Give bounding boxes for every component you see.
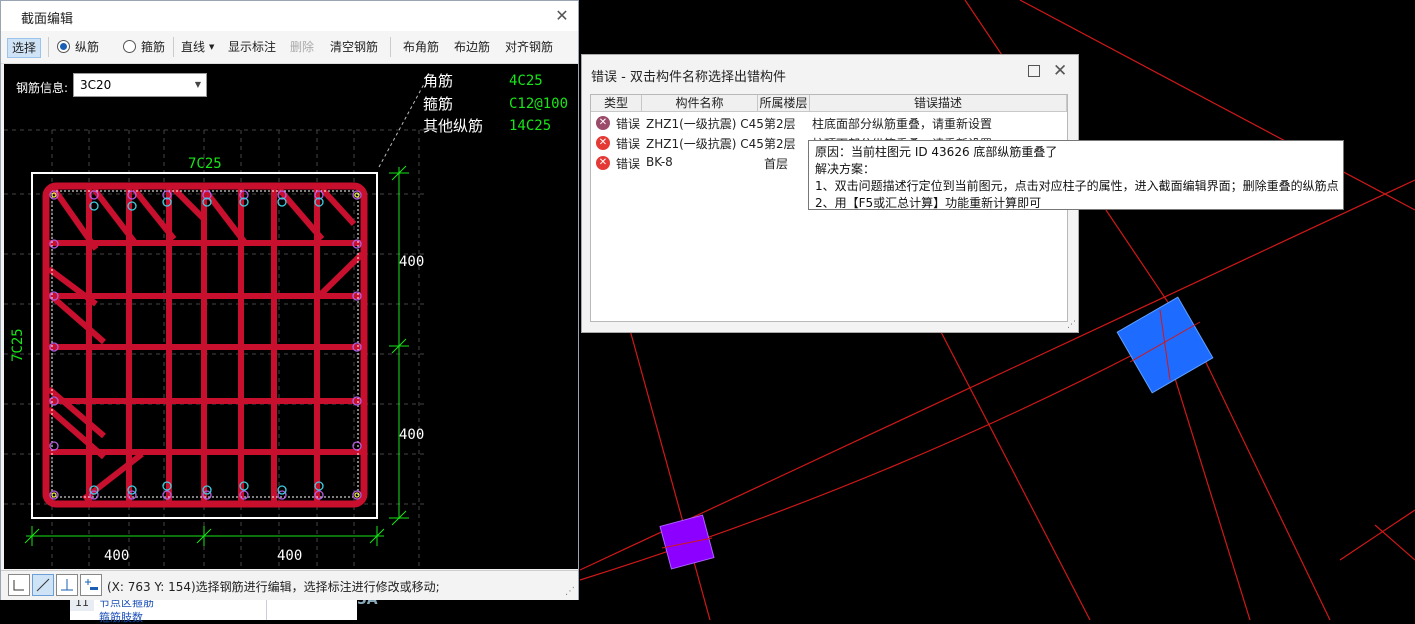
row-name[interactable]: BK-8	[646, 155, 673, 169]
error-icon: ✕	[596, 136, 610, 150]
edge-rebar-button[interactable]: 布边筋	[454, 38, 490, 56]
perpendicular-snap-icon[interactable]	[56, 574, 78, 596]
section-editor-titlebar[interactable]: 截面编辑 ✕	[1, 1, 578, 31]
column-header-floor[interactable]: 所属楼层	[758, 95, 810, 112]
purple-column-block[interactable]	[659, 514, 715, 570]
section-drawing-canvas[interactable]: 钢筋信息: 3C20 ▼ 角筋 4C25 箍筋 C12@100 其他纵筋 14C…	[4, 64, 578, 569]
dim-bottom-left: 400	[104, 548, 129, 564]
delete-button[interactable]: 删除	[290, 38, 314, 56]
row-name[interactable]: ZHZ1(一级抗震) C45	[646, 115, 764, 132]
toolbar-divider	[48, 37, 49, 57]
add-point-icon[interactable]	[80, 574, 102, 596]
dim-right-upper: 400	[399, 254, 424, 270]
resize-grip-icon[interactable]: ⋰	[565, 587, 575, 597]
resize-grip-icon[interactable]: ⋰	[1067, 320, 1076, 330]
section-toolbar: 选择 纵筋 箍筋 直线 ▼ 显示标注 删除 清空钢筋 布角筋 布边筋 对齐钢筋	[1, 31, 578, 64]
top-rebar-label: 7C25	[188, 156, 222, 172]
align-rebar-button[interactable]: 对齐钢筋	[505, 38, 553, 56]
column-section-drawing[interactable]: 7C25 7C25 400 400 400 400	[4, 64, 578, 569]
row-type: 错误	[616, 137, 641, 151]
line-snap-icon[interactable]	[32, 574, 54, 596]
error-tooltip: 原因：当前柱图元 ID 43626 底部纵筋重叠了 解决方案： 1、双击问题描述…	[808, 140, 1344, 210]
row2-label: 箍筋肢数	[99, 611, 143, 624]
toolbar-divider	[173, 37, 174, 57]
radio-label: 纵筋	[75, 40, 100, 54]
column-header-type[interactable]: 类型	[591, 95, 642, 112]
row-floor: 第2层	[764, 137, 796, 151]
error-icon: ✕	[596, 156, 610, 170]
close-icon[interactable]: ✕	[1053, 62, 1067, 80]
show-annotation-button[interactable]: 显示标注	[228, 38, 276, 56]
error-icon: ✕	[596, 116, 610, 130]
row-type: 错误	[616, 157, 641, 171]
row-desc: 柱底面部分纵筋重叠，请重新设置	[812, 117, 993, 131]
column-header-name[interactable]: 构件名称	[642, 95, 758, 112]
tooltip-reason: 原因：当前柱图元 ID 43626 底部纵筋重叠了	[815, 145, 1058, 159]
tooltip-step1: 1、双击问题描述行定位到当前图元，点击对应柱子的属性，进入截面编辑界面；删除重叠…	[815, 179, 1339, 193]
radio-checked-icon	[57, 40, 70, 53]
tooltip-step2: 2、用【F5或汇总计算】功能重新计算即可	[815, 196, 1042, 210]
column-header-desc[interactable]: 错误描述	[810, 95, 1067, 112]
tooltip-solution-title: 解决方案：	[815, 162, 876, 176]
corner-rebar-button[interactable]: 布角筋	[403, 38, 439, 56]
dim-bottom-right: 400	[277, 548, 302, 564]
select-button[interactable]: 选择	[7, 38, 42, 58]
close-icon[interactable]: ✕	[553, 7, 571, 25]
row-floor: 第2层	[764, 117, 796, 131]
longitudinal-radio[interactable]: 纵筋	[57, 38, 99, 56]
toolbar-divider	[390, 37, 391, 57]
line-mode-label: 直线	[181, 40, 206, 54]
error-window-title: 错误 - 双击构件名称选择出错构件	[591, 70, 786, 85]
chevron-down-icon: ▼	[209, 43, 215, 51]
section-editor-window[interactable]: 截面编辑 ✕ 选择 纵筋 箍筋 直线 ▼ 显示标注 删除 清空钢筋 布角筋 布边筋…	[0, 0, 579, 600]
left-rebar-label: 7C25	[10, 328, 26, 362]
window-title: 截面编辑	[21, 12, 74, 27]
dim-right-lower: 400	[399, 427, 424, 443]
row-floor: 首层	[764, 157, 789, 171]
table-row[interactable]: ✕ 错误 ZHZ1(一级抗震) C45 第2层 柱底面部分纵筋重叠，请重新设置	[591, 113, 1067, 133]
blue-column-block[interactable]	[1116, 296, 1214, 394]
maximize-icon[interactable]	[1028, 65, 1040, 77]
radio-unchecked-icon	[123, 40, 136, 53]
orthogonal-snap-icon[interactable]	[8, 574, 30, 596]
line-mode-dropdown[interactable]: 直线 ▼	[181, 38, 214, 56]
status-text: (X: 763 Y: 154)选择钢筋进行编辑，选择标注进行修改或移动;	[107, 580, 440, 594]
row-type: 错误	[616, 117, 641, 131]
row-name[interactable]: ZHZ1(一级抗震) C45	[646, 135, 764, 152]
radio-label: 箍筋	[141, 40, 166, 54]
section-statusbar: (X: 763 Y: 154)选择钢筋进行编辑，选择标注进行修改或移动; ⋰	[1, 570, 578, 600]
stirrup-radio[interactable]: 箍筋	[123, 38, 165, 56]
clear-rebar-button[interactable]: 清空钢筋	[330, 38, 378, 56]
